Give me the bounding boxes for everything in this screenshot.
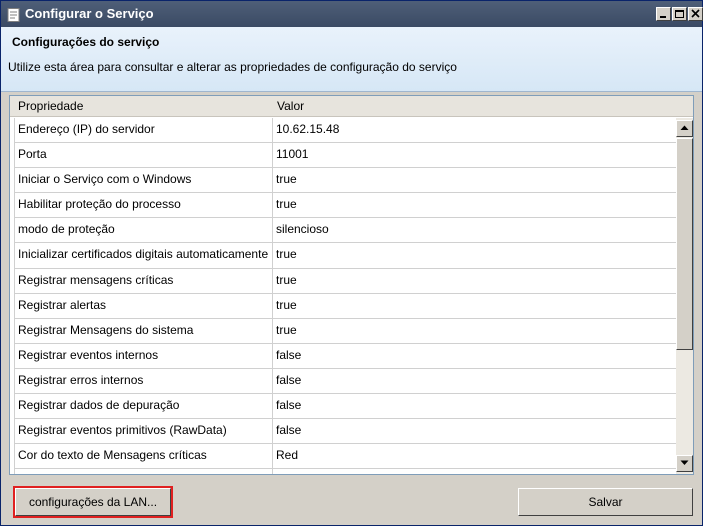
vertical-scrollbar[interactable] [676, 118, 693, 474]
property-cell[interactable]: Cor do texto de Mensagens alertas [18, 473, 272, 474]
window-title: Configurar o Serviço [25, 6, 154, 21]
table-row[interactable]: Registrar mensagens críticas true [14, 268, 676, 294]
value-cell[interactable]: true [276, 273, 666, 287]
scrollbar-thumb[interactable] [676, 138, 693, 350]
title-bar[interactable]: Configurar o Serviço [1, 1, 703, 27]
table-row[interactable]: Cor do texto de Mensagens alertas Orange [14, 469, 676, 474]
arrow-down-icon [680, 460, 689, 465]
property-cell[interactable]: modo de proteção [18, 222, 272, 236]
value-cell[interactable]: false [276, 398, 666, 412]
section-title: Configurações do serviço [12, 35, 160, 49]
property-cell[interactable]: Registrar alertas [18, 298, 272, 312]
save-button-label: Salvar [588, 495, 623, 509]
column-divider [272, 143, 273, 168]
column-divider [272, 243, 273, 268]
property-cell[interactable]: Cor do texto de Mensagens críticas [18, 448, 272, 462]
column-divider [272, 394, 273, 419]
value-cell[interactable]: Orange [276, 473, 666, 474]
property-cell[interactable]: Iniciar o Serviço com o Windows [18, 172, 272, 186]
scroll-down-button[interactable] [676, 455, 693, 472]
property-cell[interactable]: Registrar mensagens críticas [18, 273, 272, 287]
minimize-icon [660, 16, 666, 18]
close-icon [691, 9, 700, 18]
maximize-icon [675, 10, 684, 18]
value-cell[interactable]: true [276, 172, 666, 186]
table-row[interactable]: Registrar dados de depuração false [14, 394, 676, 420]
column-divider [272, 444, 273, 469]
table-row[interactable]: Registrar eventos primitivos (RawData) fa… [14, 419, 676, 445]
lan-settings-button[interactable]: configurações da LAN... [13, 486, 173, 518]
property-cell[interactable]: Registrar eventos internos [18, 348, 272, 362]
scroll-up-button[interactable] [676, 120, 693, 137]
value-cell[interactable]: 11001 [276, 147, 666, 161]
table-row[interactable]: Porta 11001 [14, 143, 676, 169]
app-window-icon [7, 7, 21, 22]
table-row[interactable]: Cor do texto de Mensagens críticas Red [14, 444, 676, 470]
property-cell[interactable]: Registrar Mensagens do sistema [18, 323, 272, 337]
column-divider [272, 469, 273, 474]
save-button[interactable]: Salvar [518, 488, 693, 516]
column-header-value[interactable]: Valor [277, 99, 304, 113]
column-divider [272, 368, 273, 394]
property-cell[interactable]: Registrar eventos primitivos (RawData) [18, 423, 272, 437]
lan-settings-button-label: configurações da LAN... [28, 495, 158, 509]
value-cell[interactable]: true [276, 197, 666, 211]
table-row[interactable]: Inicializar certificados digitais automa… [14, 243, 676, 269]
column-divider [272, 118, 273, 143]
header-panel: Configurações do serviço Utilize esta ár… [1, 27, 702, 92]
section-description: Utilize esta área para consultar e alter… [8, 60, 457, 74]
close-button[interactable] [688, 7, 703, 21]
value-cell[interactable]: true [276, 298, 666, 312]
value-cell[interactable]: Red [276, 448, 666, 462]
table-row[interactable]: Habilitar proteção do processo true [14, 193, 676, 219]
table-row[interactable]: Endereço (IP) do servidor 10.62.15.48 [14, 118, 676, 144]
property-cell[interactable]: Inicializar certificados digitais automa… [18, 247, 272, 261]
value-cell[interactable]: false [276, 373, 666, 387]
column-divider [272, 343, 273, 368]
value-cell[interactable]: false [276, 423, 666, 437]
value-cell[interactable]: true [276, 323, 666, 337]
table-row[interactable]: Registrar Mensagens do sistema true [14, 318, 676, 344]
grid-header: Propriedade Valor [10, 96, 693, 117]
table-row[interactable]: Iniciar o Serviço com o Windows true [14, 168, 676, 194]
value-cell[interactable]: 10.62.15.48 [276, 122, 666, 136]
configure-service-window: Configurar o Serviço Configurações do se… [0, 0, 703, 526]
arrow-up-icon [680, 125, 689, 130]
property-cell[interactable]: Registrar erros internos [18, 373, 272, 387]
table-row[interactable]: Registrar alertas true [14, 293, 676, 319]
value-cell[interactable]: true [276, 247, 666, 261]
column-divider [272, 168, 273, 193]
property-cell[interactable]: Endereço (IP) do servidor [18, 122, 272, 136]
property-cell[interactable]: Porta [18, 147, 272, 161]
column-header-property[interactable]: Propriedade [18, 99, 83, 113]
table-row[interactable]: Registrar erros internos false [14, 368, 676, 395]
table-row[interactable]: modo de proteção silencioso [14, 218, 676, 244]
minimize-button[interactable] [656, 7, 671, 21]
property-cell[interactable]: Registrar dados de depuração [18, 398, 272, 412]
column-divider [272, 419, 273, 444]
maximize-button[interactable] [672, 7, 687, 21]
value-cell[interactable]: silencioso [276, 222, 666, 236]
table-row[interactable]: Registrar eventos internos false [14, 343, 676, 369]
grid-rows: Endereço (IP) do servidor 10.62.15.48 Port… [14, 118, 676, 474]
value-cell[interactable]: false [276, 348, 666, 362]
properties-grid: Propriedade Valor Endereço (IP) do servi… [9, 95, 694, 475]
column-divider [272, 193, 273, 218]
property-cell[interactable]: Habilitar proteção do processo [18, 197, 272, 211]
column-divider [272, 293, 273, 318]
column-divider [272, 268, 273, 293]
column-divider [272, 318, 273, 343]
column-divider [272, 218, 273, 243]
